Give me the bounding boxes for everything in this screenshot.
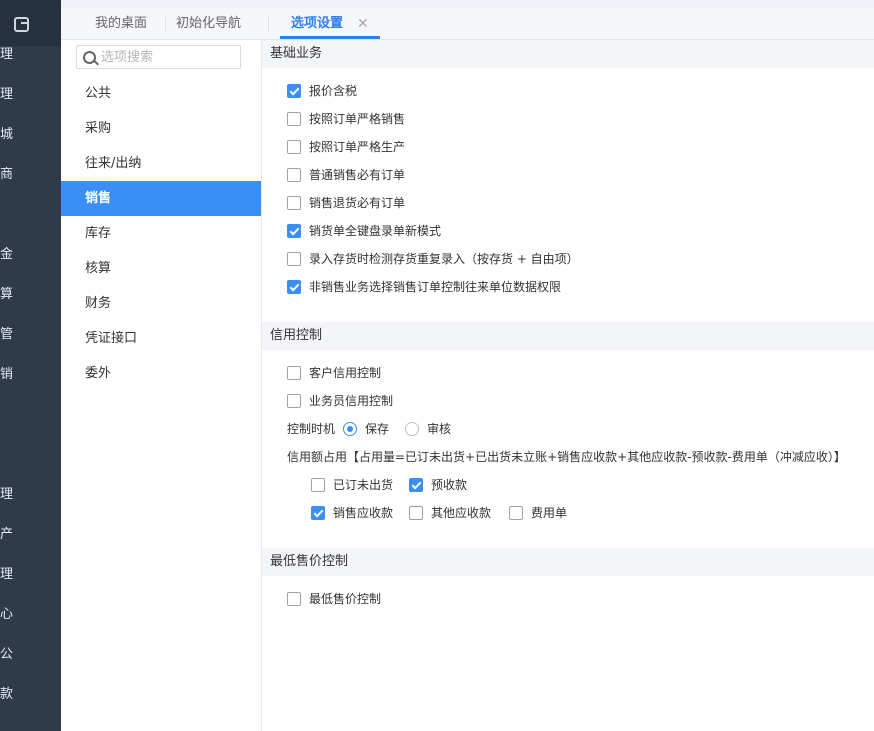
option-label: 销货单全键盘录单新模式 [309,224,442,238]
option-checkbox[interactable] [287,112,301,126]
rail-item[interactable]: 理 [0,487,20,503]
search-input[interactable] [101,48,231,66]
search-box [76,45,241,69]
sidebar-item-ar-ap[interactable]: 往来/出纳 [61,146,261,181]
tab-option-settings[interactable]: 选项设置 [291,8,343,39]
option-label: 预收款 [431,478,468,492]
option-checkbox[interactable] [509,506,523,520]
option-label: 普通销售必有订单 [309,168,406,182]
option-label: 费用单 [531,506,568,520]
tab-bar: 我的桌面 初始化导航 选项设置 ✕ [61,8,874,40]
tab-my-desktop[interactable]: 我的桌面 [95,8,147,39]
section-header-minprice: 最低售价控制 [262,548,874,576]
sidebar-item-finance[interactable]: 财务 [61,286,261,321]
option-label: 录入存货时检测存货重复录入（按存货 + 自由项） [309,252,579,266]
radio-label: 保存 [365,422,390,436]
tab-init-guide[interactable]: 初始化导航 [176,8,241,39]
rail-item[interactable]: 城 [0,127,20,143]
credit-formula-text: 信用额占用【占用量=已订未出货+已出货未立账+销售应收款+其他应收款-预收款-费… [287,450,846,464]
option-checkbox[interactable] [287,224,301,238]
option-checkbox[interactable] [287,394,301,408]
option-checkbox[interactable] [287,252,301,266]
rail-item[interactable]: 销 [0,367,20,383]
rail-item[interactable]: 算 [0,287,20,303]
tab-divider [268,16,269,32]
option-checkbox[interactable] [287,140,301,154]
rail-item[interactable]: 理 [0,567,20,583]
sidebar-item-public[interactable]: 公共 [61,76,261,111]
option-label: 客户信用控制 [309,366,382,380]
option-label: 报价含税 [309,84,358,98]
sidebar-item-sales[interactable]: 销售 [61,181,261,216]
option-checkbox[interactable] [287,366,301,380]
active-tab-indicator [280,36,380,39]
option-checkbox[interactable] [287,592,301,606]
option-checkbox[interactable] [287,168,301,182]
sidebar-item-voucher[interactable]: 凭证接口 [61,321,261,356]
option-label: 非销售业务选择销售订单控制往来单位数据权限 [309,280,562,294]
radio-button[interactable] [405,422,419,436]
option-checkbox[interactable] [409,506,423,520]
option-checkbox[interactable] [287,196,301,210]
close-icon[interactable]: ✕ [357,8,369,39]
section-header-basic: 基础业务 [262,40,874,68]
rail-item[interactable]: 公 [0,647,20,663]
search-icon [83,51,96,64]
app-rail: 理 理 城 商 金 算 管 销 理 产 理 心 公 款 [0,0,61,731]
option-label: 其他应收款 [431,506,492,520]
rail-item[interactable]: 管 [0,327,20,343]
top-strip [61,0,874,8]
rail-item[interactable]: 产 [0,527,20,543]
option-label: 已订未出货 [333,478,394,492]
option-checkbox[interactable] [311,478,325,492]
options-sidebar: 公共 采购 往来/出纳 销售 库存 核算 财务 凭证接口 委外 [61,40,262,731]
option-checkbox[interactable] [287,280,301,294]
option-label: 最低售价控制 [309,592,382,606]
rail-item[interactable]: 理 [0,87,20,103]
option-label: 销售退货必有订单 [309,196,406,210]
section-header-credit: 信用控制 [262,322,874,350]
radio-button[interactable] [343,422,357,436]
option-label: 销售应收款 [333,506,394,520]
option-label: 按照订单严格销售 [309,112,406,126]
rail-item[interactable]: 金 [0,247,20,263]
control-timing-label: 控制时机 [287,422,336,436]
sidebar-item-inventory[interactable]: 库存 [61,216,261,251]
option-checkbox[interactable] [311,506,325,520]
rail-item[interactable]: 商 [0,167,20,183]
rail-item[interactable]: 款 [0,687,20,703]
tab-divider [165,16,166,32]
option-checkbox[interactable] [287,84,301,98]
sidebar-item-costing[interactable]: 核算 [61,251,261,286]
option-label: 业务员信用控制 [309,394,394,408]
app-logo-icon[interactable] [14,17,29,32]
sidebar-item-outsource[interactable]: 委外 [61,356,261,391]
logo-area [0,0,61,46]
sidebar-item-purchase[interactable]: 采购 [61,111,261,146]
option-checkbox[interactable] [409,478,423,492]
radio-label: 审核 [427,422,452,436]
option-label: 按照订单严格生产 [309,140,406,154]
rail-item[interactable]: 心 [0,607,20,623]
rail-item[interactable]: 理 [0,47,20,63]
